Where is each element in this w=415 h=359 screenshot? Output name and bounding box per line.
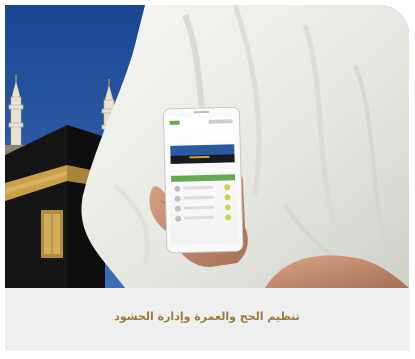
caption-text: تنظيم الحج والعمرة وإدارة الحشود [114, 310, 300, 323]
caption-bar: تنظيم الحج والعمرة وإدارة الحشود [5, 288, 409, 351]
photo [5, 5, 409, 288]
image-card: تنظيم الحج والعمرة وإدارة الحشود [5, 5, 409, 351]
smartphone [162, 106, 244, 254]
